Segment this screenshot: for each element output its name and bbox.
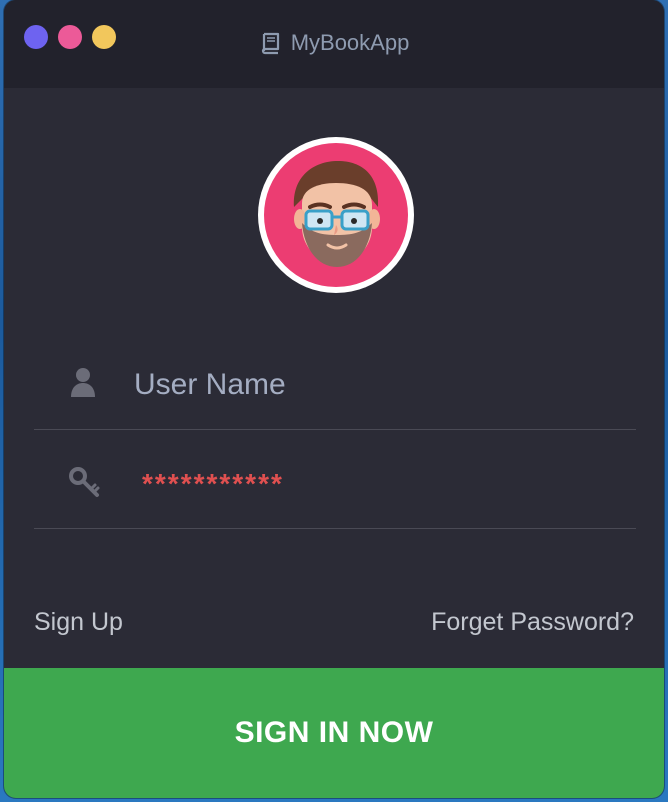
sign-in-button[interactable]: SIGN IN NOW <box>4 668 664 798</box>
avatar[interactable] <box>258 137 414 293</box>
password-field[interactable]: *********** <box>34 428 636 529</box>
title-bar[interactable]: MyBookApp <box>4 0 664 88</box>
key-icon <box>69 466 100 498</box>
user-icon <box>69 367 97 399</box>
forget-password-link[interactable]: Forget Password? <box>431 606 634 638</box>
app-title: MyBookApp <box>4 30 664 56</box>
sign-up-link[interactable]: Sign Up <box>34 606 123 638</box>
app-title-text: MyBookApp <box>290 30 410 55</box>
username-input[interactable]: User Name <box>134 367 286 403</box>
username-field[interactable]: User Name <box>34 329 636 430</box>
login-window: MyBookApp User Name *********** Sign Up … <box>4 0 664 798</box>
book-icon <box>259 31 283 55</box>
password-input[interactable]: *********** <box>142 466 284 502</box>
bearded-man-avatar-icon <box>264 143 408 287</box>
